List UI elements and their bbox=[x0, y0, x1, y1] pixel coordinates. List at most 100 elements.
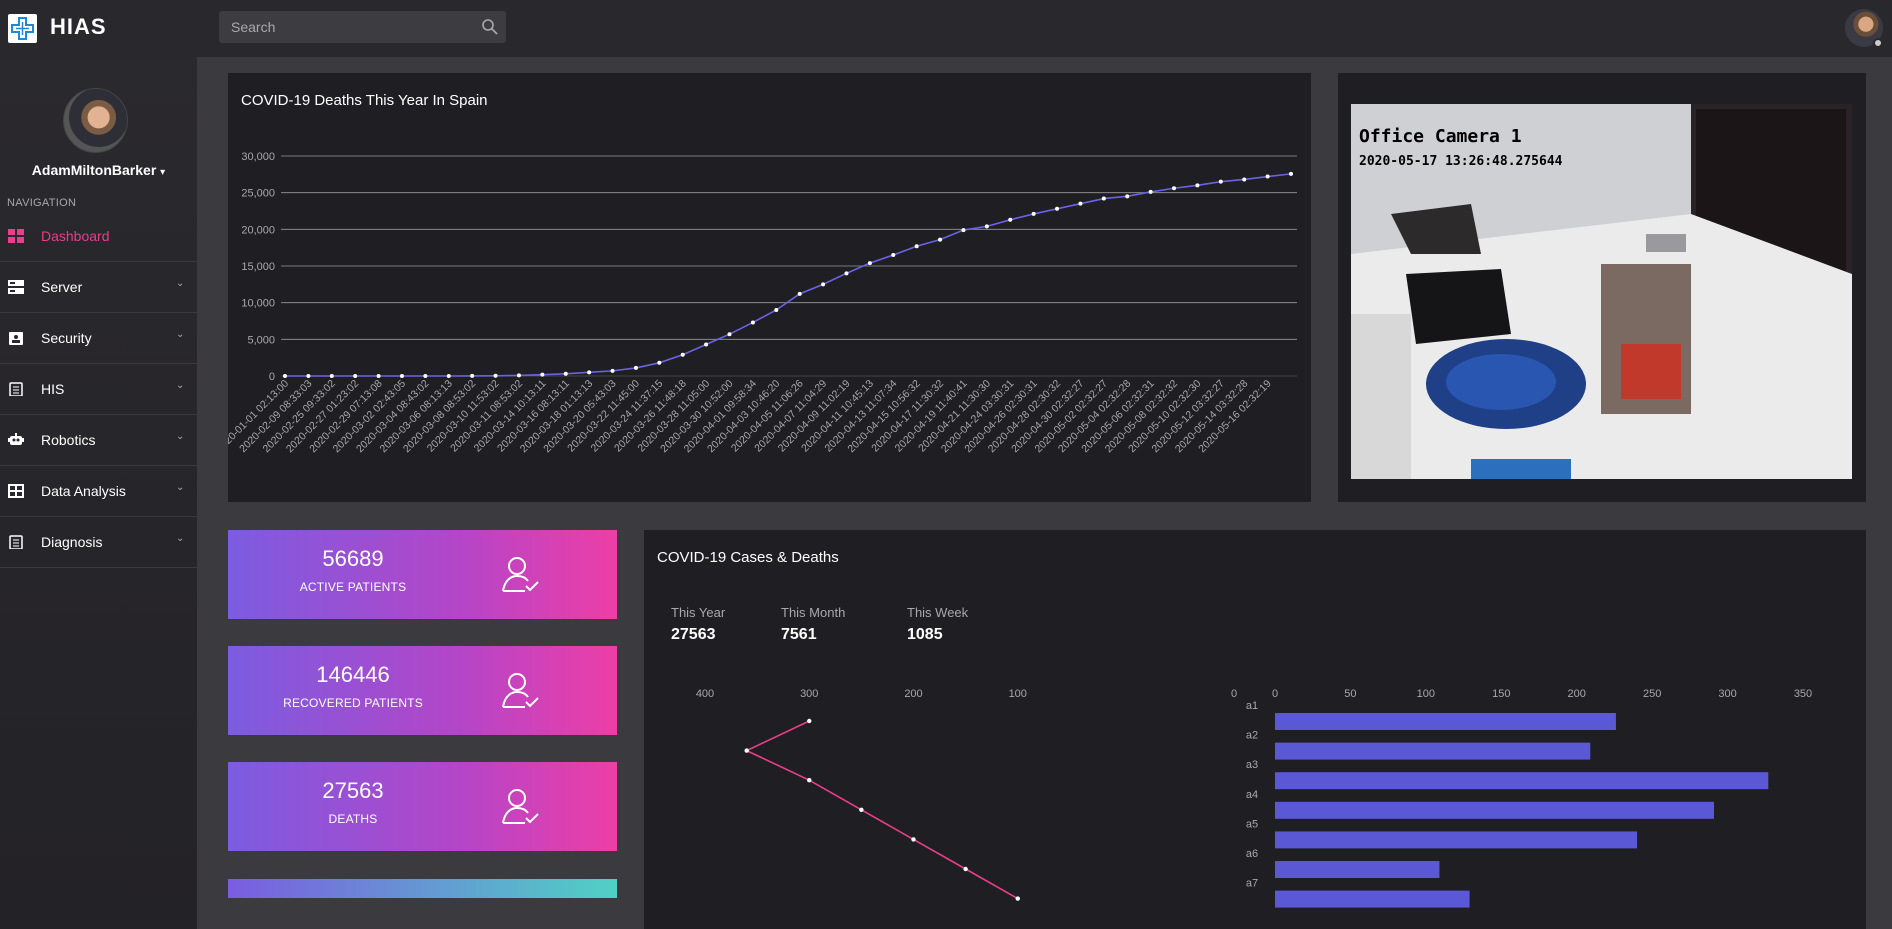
data-point bbox=[727, 332, 732, 337]
stat-value: 27563 bbox=[322, 778, 384, 803]
data-point bbox=[306, 374, 311, 378]
data-point bbox=[807, 778, 812, 783]
stat-label: DEATHS bbox=[328, 812, 378, 826]
online-status-indicator bbox=[1873, 38, 1883, 48]
data-point bbox=[911, 837, 916, 842]
data-point bbox=[283, 374, 287, 378]
profile-name[interactable]: AdamMiltonBarker ▾ bbox=[0, 162, 197, 178]
sidebar-item-label: Security bbox=[41, 330, 92, 346]
data-point bbox=[961, 228, 966, 233]
x-tick-label: 200 bbox=[1568, 688, 1586, 700]
data-point bbox=[329, 374, 334, 378]
sidebar-item-his[interactable]: HIS ⌄ bbox=[0, 365, 197, 415]
y-tick-label: 10,000 bbox=[241, 298, 275, 310]
stat-card-recovered-patients[interactable]: 146446 RECOVERED PATIENTS bbox=[228, 646, 617, 735]
bar bbox=[1275, 831, 1638, 849]
stat-value: 146446 bbox=[316, 662, 390, 687]
search-input[interactable] bbox=[219, 11, 469, 43]
sidebar-item-dashboard[interactable]: Dashboard bbox=[0, 212, 197, 262]
data-point bbox=[1289, 171, 1293, 176]
user-check-icon bbox=[502, 673, 539, 708]
data-point bbox=[963, 866, 968, 872]
data-point bbox=[470, 373, 475, 378]
category-label: a6 bbox=[1246, 848, 1258, 860]
category-label: a3 bbox=[1246, 759, 1258, 771]
table-icon bbox=[8, 484, 24, 498]
data-point bbox=[353, 374, 358, 378]
category-label: a1 bbox=[1246, 700, 1258, 712]
data-point bbox=[1218, 179, 1223, 184]
data-point bbox=[1125, 194, 1130, 199]
cases-series-line bbox=[744, 720, 1019, 900]
category-label: a7 bbox=[1246, 878, 1258, 890]
chevron-down-icon: ⌄ bbox=[176, 431, 185, 442]
bar bbox=[1275, 801, 1714, 819]
sidebar-item-robotics[interactable]: Robotics ⌄ bbox=[0, 416, 197, 466]
sidebar-item-data-analysis[interactable]: Data Analysis ⌄ bbox=[0, 467, 197, 517]
data-point bbox=[1172, 186, 1177, 191]
chevron-down-icon: ⌄ bbox=[176, 329, 185, 340]
camera-panel: Office Camera 1 2020-05-17 13:26:48.2756… bbox=[1338, 73, 1866, 502]
robot-icon bbox=[8, 433, 24, 445]
data-point bbox=[1015, 896, 1020, 901]
y-tick-label: 30,000 bbox=[241, 151, 275, 163]
data-point bbox=[680, 352, 685, 357]
top-bar: HIAS bbox=[0, 0, 1892, 57]
stat-card-active-patients[interactable]: 56689 ACTIVE PATIENTS bbox=[228, 530, 617, 619]
deaths-chart-panel: COVID-19 Deaths This Year In Spain 0 5,00… bbox=[228, 73, 1311, 502]
data-point bbox=[540, 372, 545, 377]
data-point bbox=[399, 374, 404, 378]
y-tick-label: 25,000 bbox=[241, 188, 275, 200]
sidebar-item-server[interactable]: Server ⌄ bbox=[0, 263, 197, 313]
data-point bbox=[984, 224, 989, 229]
data-point bbox=[587, 370, 592, 375]
data-point bbox=[516, 373, 521, 378]
sidebar-item-label: Diagnosis bbox=[41, 534, 103, 550]
data-point bbox=[1078, 201, 1083, 206]
x-tick-label: 350 bbox=[1794, 688, 1812, 700]
data-point bbox=[633, 365, 638, 370]
data-point bbox=[376, 374, 381, 378]
category-label: a5 bbox=[1246, 818, 1258, 830]
search-box bbox=[219, 11, 506, 43]
app-name[interactable]: HIAS bbox=[50, 14, 107, 40]
chevron-down-icon: ⌄ bbox=[176, 278, 185, 289]
sidebar-item-security[interactable]: Security ⌄ bbox=[0, 314, 197, 364]
stat-card-deaths[interactable]: 27563 DEATHS bbox=[228, 762, 617, 851]
search-icon[interactable] bbox=[481, 18, 499, 36]
data-point bbox=[891, 253, 896, 257]
data-point bbox=[797, 291, 802, 296]
deaths-line-chart: 05,00010,00015,00020,00025,00030,0002020… bbox=[228, 151, 1297, 455]
x-tick-label: 150 bbox=[1492, 688, 1510, 700]
cases-deaths-charts: 400 300 200 100 0 0 50 100 150 200 250 300 350 a1 a2 a3… bbox=[696, 688, 1812, 908]
camera-title: Office Camera 1 bbox=[1359, 126, 1522, 147]
data-point bbox=[744, 748, 749, 753]
profile-avatar[interactable] bbox=[63, 88, 128, 153]
data-point bbox=[493, 373, 498, 378]
x-tick-label: 200 bbox=[904, 688, 922, 700]
chevron-down-icon: ⌄ bbox=[176, 380, 185, 391]
data-point bbox=[938, 237, 943, 242]
data-point bbox=[610, 368, 615, 373]
data-point bbox=[821, 282, 826, 287]
sidebar-item-diagnosis[interactable]: Diagnosis ⌄ bbox=[0, 518, 197, 568]
user-check-icon bbox=[502, 789, 539, 824]
data-point bbox=[1055, 206, 1060, 211]
y-tick-label: 5,000 bbox=[247, 334, 275, 346]
server-icon bbox=[8, 280, 24, 294]
stat-value: 56689 bbox=[322, 546, 384, 571]
data-point bbox=[750, 320, 755, 325]
logo-icon[interactable] bbox=[8, 14, 37, 43]
x-tick-label: 100 bbox=[1009, 688, 1027, 700]
cases-deaths-panel: COVID-19 Cases & Deaths This Year 27563 … bbox=[644, 530, 1866, 929]
data-point bbox=[807, 718, 812, 724]
x-tick-label: 250 bbox=[1643, 688, 1661, 700]
camera-feed[interactable]: Office Camera 1 2020-05-17 13:26:48.2756… bbox=[1351, 104, 1852, 479]
data-point bbox=[1242, 177, 1247, 182]
sidebar-item-label: Server bbox=[41, 279, 83, 295]
nav-heading: NAVIGATION bbox=[7, 197, 77, 209]
data-point bbox=[867, 261, 872, 266]
data-point bbox=[1265, 174, 1270, 179]
sidebar-item-label: HIS bbox=[41, 381, 65, 397]
deaths-series-line bbox=[285, 173, 1292, 377]
